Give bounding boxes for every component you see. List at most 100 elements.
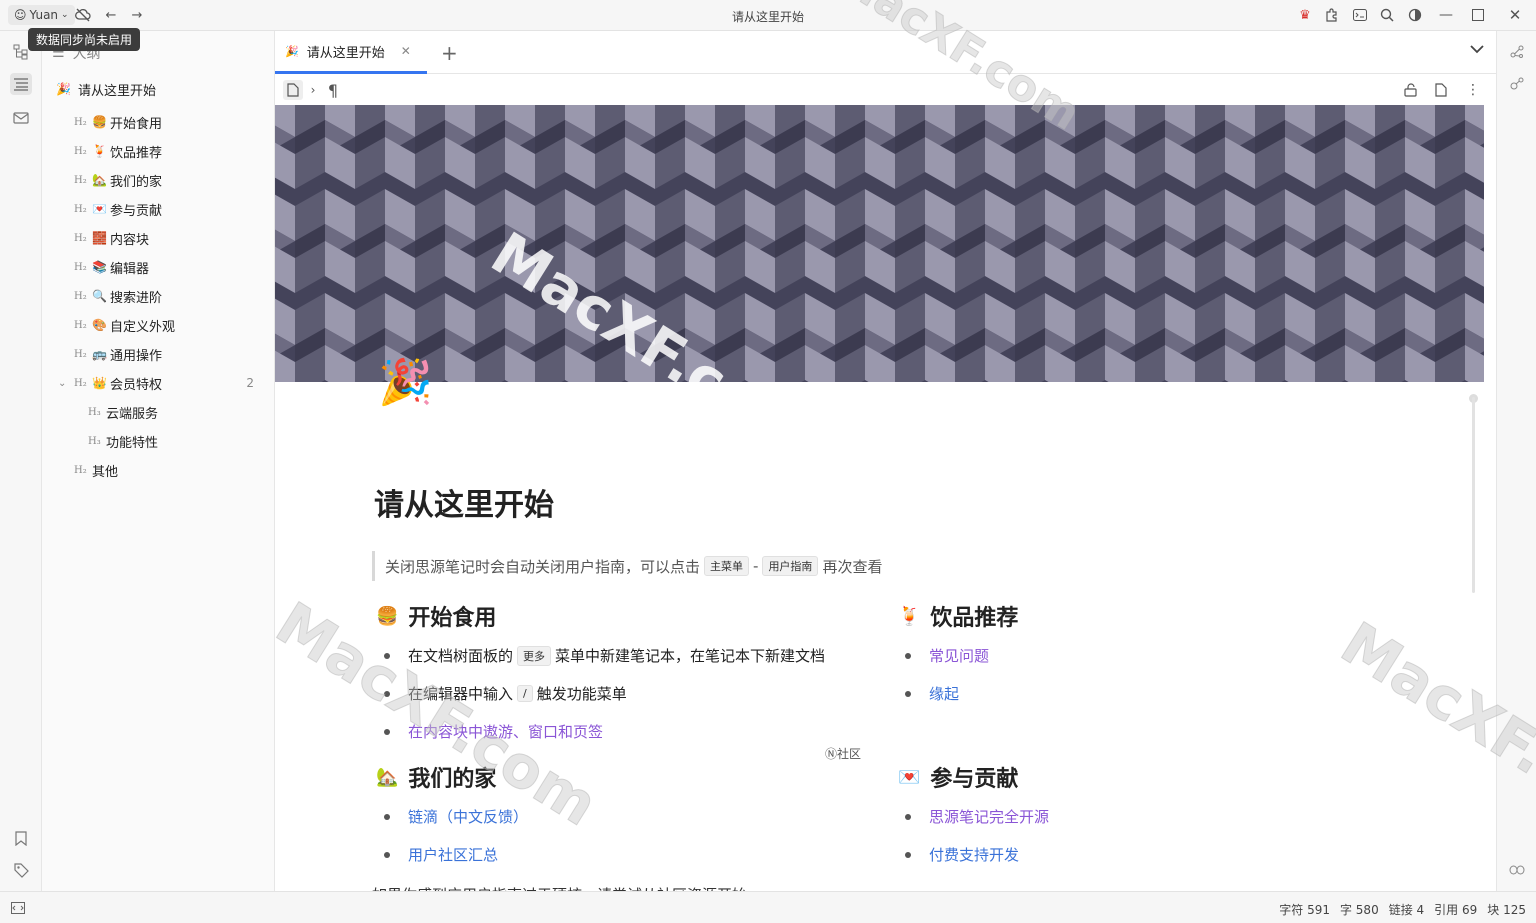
list-item[interactable]: 链滴（中文反馈） xyxy=(384,806,528,827)
inbox-icon[interactable] xyxy=(10,107,32,129)
list-item[interactable]: 付费支持开发 xyxy=(905,844,1019,865)
list-item[interactable]: 在编辑器中输入 / 触发功能菜单 xyxy=(384,683,627,704)
minimize-icon[interactable]: — xyxy=(1437,6,1455,24)
outline-item[interactable]: H₂ 🏡 我们的家 xyxy=(42,167,274,193)
tab-emoji-icon: 🎉 xyxy=(285,44,299,58)
document-title[interactable]: 请从这里开始 xyxy=(374,480,554,524)
origin-link[interactable]: 缘起 xyxy=(929,683,959,704)
outline-icon[interactable] xyxy=(10,73,32,95)
community-badge[interactable]: Ⓝ社区 xyxy=(825,745,861,762)
heading-start[interactable]: 🍔 开始食用 xyxy=(376,600,496,632)
heading-drinks-label: 饮品推荐 xyxy=(930,606,1019,631)
search-icon[interactable] xyxy=(1378,6,1396,24)
doc-info-icon[interactable] xyxy=(1431,80,1451,100)
outline-item[interactable]: ⌄ H₂ 👑 会员特权 2 xyxy=(42,370,274,396)
outline-item[interactable]: H₃ 云端服务 xyxy=(42,399,274,425)
list-item[interactable]: 在内容块中遨游、窗口和页签 xyxy=(384,721,603,742)
list-item[interactable]: 在文档树面板的 更多 菜单中新建笔记本，在笔记本下新建文档 xyxy=(384,645,825,666)
heading-drinks[interactable]: 🍹 饮品推荐 xyxy=(898,600,1018,632)
list-item[interactable]: 用户社区汇总 xyxy=(384,844,498,865)
heading-home[interactable]: 🏡 我们的家 xyxy=(376,761,496,793)
outline-item[interactable]: H₂ 🚌 通用操作 xyxy=(42,341,274,367)
outline-item[interactable]: H₂ 其他 xyxy=(42,457,274,483)
outline-item-emoji-icon: 🎨 xyxy=(92,318,107,332)
global-graph-icon[interactable] xyxy=(1506,73,1528,95)
outline-item[interactable]: H₂ 🧱 内容块 xyxy=(42,225,274,251)
char-count: 字符 591 xyxy=(1279,903,1330,917)
outline-item-label: 自定义外观 xyxy=(110,319,176,335)
outline-item-label: 参与贡献 xyxy=(110,203,163,219)
outline-item-count: 2 xyxy=(246,376,254,390)
quote-tail: 再次查看 xyxy=(822,557,883,576)
banner-cube-pattern xyxy=(275,105,1484,382)
list-item[interactable]: 缘起 xyxy=(905,683,959,704)
theme-mode-icon[interactable] xyxy=(1406,6,1424,24)
document-icon[interactable] xyxy=(283,80,303,100)
outline-root[interactable]: 🎉 请从这里开始 xyxy=(42,76,274,102)
tab-close-icon[interactable]: ✕ xyxy=(401,44,411,58)
add-tab-icon[interactable]: + xyxy=(441,41,458,65)
bullet xyxy=(905,690,911,697)
more-kbd: 更多 xyxy=(517,645,552,666)
outline-item[interactable]: H₂ 🍔 开始食用 xyxy=(42,109,274,135)
heading-level-icon: H₂ xyxy=(74,232,87,244)
list-item[interactable]: 思源笔记完全开源 xyxy=(905,806,1049,827)
slash-kbd: / xyxy=(517,685,533,702)
outline-item[interactable]: H₂ 💌 参与贡献 xyxy=(42,196,274,222)
plugin-icon[interactable] xyxy=(1323,6,1341,24)
graph-view-icon[interactable] xyxy=(1506,41,1528,63)
document-icon-emoji[interactable]: 🎉 xyxy=(378,356,433,408)
outline-item-label: 搜索进阶 xyxy=(110,290,163,306)
cut-off-paragraph: 如果你感到应用启指南过于硬核，请尝试从社区资源开始 xyxy=(372,883,747,891)
unlock-icon[interactable] xyxy=(1400,80,1420,100)
outline-item[interactable]: H₂ 📚 编辑器 xyxy=(42,254,274,280)
outline-item[interactable]: H₂ 🍹 饮品推荐 xyxy=(42,138,274,164)
chevron-down-icon[interactable]: ⌄ xyxy=(58,378,66,389)
forward-arrow-icon[interactable]: → xyxy=(128,6,146,24)
open-source-link[interactable]: 思源笔记完全开源 xyxy=(929,806,1049,827)
sponsor-link[interactable]: 付费支持开发 xyxy=(929,844,1019,865)
community-summary-link[interactable]: 用户社区汇总 xyxy=(408,844,498,865)
chevron-down-icon: ⌄ xyxy=(61,10,69,20)
ld246-link[interactable]: 链滴（中文反馈） xyxy=(408,806,528,827)
bookmark-icon[interactable] xyxy=(10,827,32,849)
outline-item-emoji-icon: 🍹 xyxy=(92,144,107,158)
outline-item[interactable]: H₃ 功能特性 xyxy=(42,428,274,454)
outline-root-label: 请从这里开始 xyxy=(78,83,157,99)
heading-level-icon: H₂ xyxy=(74,116,87,128)
tab-list-chevron-icon[interactable] xyxy=(1470,42,1484,58)
tab-bar: 🎉 请从这里开始 ✕ + xyxy=(275,31,1496,74)
faq-link[interactable]: 常见问题 xyxy=(929,645,989,666)
quote-separator: - xyxy=(753,557,759,575)
bullet xyxy=(384,690,390,697)
ref-count: 引用 69 xyxy=(1434,903,1478,917)
status-counts: 字符 591 字 580 链接 4 引用 69 块 125 xyxy=(1279,901,1526,918)
maximize-icon[interactable] xyxy=(1469,6,1487,24)
main-menu-kbd: 主菜单 xyxy=(704,556,750,576)
paragraph-icon[interactable]: ¶ xyxy=(323,80,343,100)
heading-start-label: 开始食用 xyxy=(408,606,497,631)
outline-item-label: 内容块 xyxy=(110,232,150,248)
block-ref-link[interactable]: 在内容块中遨游、窗口和页签 xyxy=(408,721,603,742)
outline-item[interactable]: H₂ 🔍 搜索进阶 xyxy=(42,283,274,309)
back-arrow-icon[interactable]: ← xyxy=(102,6,120,24)
backlink-icon[interactable] xyxy=(1506,859,1528,881)
scrollbar-track[interactable] xyxy=(1472,397,1475,593)
dock-toggle-icon[interactable] xyxy=(8,898,28,918)
list-item[interactable]: 常见问题 xyxy=(905,645,989,666)
more-vertical-icon[interactable]: ⋮ xyxy=(1463,80,1483,100)
close-window-icon[interactable]: ✕ xyxy=(1506,6,1524,24)
left-dock xyxy=(0,31,42,891)
crown-icon[interactable]: ♛ xyxy=(1296,6,1314,24)
link-count: 链接 4 xyxy=(1388,903,1425,917)
status-bar: 字符 591 字 580 链接 4 引用 69 块 125 xyxy=(0,891,1536,923)
outline-item-emoji-icon: 🔍 xyxy=(92,289,107,303)
bullet xyxy=(905,652,911,659)
tab-start-here[interactable]: 🎉 请从这里开始 ✕ xyxy=(275,31,427,74)
terminal-icon[interactable] xyxy=(1351,6,1369,24)
tag-icon[interactable] xyxy=(10,859,32,881)
outline-item[interactable]: H₂ 🎨 自定义外观 xyxy=(42,312,274,338)
heading-contribute[interactable]: 💌 参与贡献 xyxy=(898,761,1018,793)
user-menu-button[interactable]: ☺ Yuan ⌄ xyxy=(8,5,75,25)
sync-off-icon[interactable] xyxy=(74,6,92,24)
